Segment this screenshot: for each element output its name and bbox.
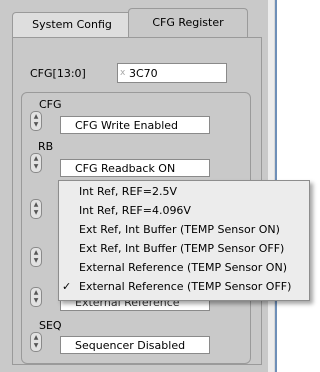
menu-item-label: Int Ref, REF=4.096V: [79, 204, 191, 217]
spin-up-icon[interactable]: ▲: [32, 113, 40, 120]
spin-down-icon[interactable]: ▼: [32, 342, 40, 349]
hidden-field-spinner[interactable]: ▲ ▼: [30, 247, 42, 267]
cfg-register-input[interactable]: x 3C70: [117, 63, 227, 83]
cfg-register-value: 3C70: [129, 67, 158, 80]
tab-bar: System Config CFG Register: [12, 8, 262, 38]
spin-down-icon[interactable]: ▼: [32, 121, 40, 128]
hex-radix-indicator[interactable]: x: [120, 68, 126, 78]
rb-field-value[interactable]: CFG Readback ON: [60, 159, 210, 177]
menu-item[interactable]: Int Ref, REF=4.096V: [59, 202, 309, 220]
spin-down-icon[interactable]: ▼: [32, 163, 40, 170]
menu-item[interactable]: External Reference (TEMP Sensor ON): [59, 259, 309, 277]
menu-item-label: External Reference (TEMP Sensor ON): [79, 261, 287, 274]
spin-down-icon[interactable]: ▼: [32, 297, 40, 304]
spin-up-icon[interactable]: ▲: [32, 249, 40, 256]
cfg-field-spinner[interactable]: ▲ ▼: [30, 111, 42, 131]
rb-field-label: RB: [38, 140, 54, 153]
menu-item-label: Int Ref, REF=2.5V: [79, 185, 177, 198]
seq-field-label: SEQ: [39, 319, 62, 332]
cfg-field-label: CFG: [39, 98, 62, 111]
ref-field-spinner[interactable]: ▲ ▼: [30, 199, 42, 219]
tab-system-config[interactable]: System Config: [12, 12, 132, 37]
cfg-register-row: CFG[13:0] x 3C70: [22, 63, 250, 83]
seq-field-spinner[interactable]: ▲ ▼: [30, 332, 42, 352]
menu-item-selected[interactable]: ✓ External Reference (TEMP Sensor OFF): [59, 278, 309, 296]
tab-cfg-register[interactable]: CFG Register: [128, 8, 248, 37]
spin-down-icon[interactable]: ▼: [32, 209, 40, 216]
menu-item-label: Ext Ref, Int Buffer (TEMP Sensor OFF): [79, 242, 285, 255]
cfg-register-label: CFG[13:0]: [30, 67, 86, 80]
menu-item-label: External Reference (TEMP Sensor OFF): [79, 280, 292, 293]
ref-select-dropdown-menu: Int Ref, REF=2.5V Int Ref, REF=4.096V Ex…: [58, 180, 310, 301]
menu-item-label: Ext Ref, Int Buffer (TEMP Sensor ON): [79, 223, 280, 236]
menu-item[interactable]: Int Ref, REF=2.5V: [59, 183, 309, 201]
spin-up-icon[interactable]: ▲: [32, 155, 40, 162]
ref-field-spinner-2[interactable]: ▲ ▼: [30, 287, 42, 307]
spin-up-icon[interactable]: ▲: [32, 201, 40, 208]
spin-down-icon[interactable]: ▼: [32, 257, 40, 264]
spin-up-icon[interactable]: ▲: [32, 289, 40, 296]
rb-field-spinner[interactable]: ▲ ▼: [30, 153, 42, 173]
cfg-field-value[interactable]: CFG Write Enabled: [60, 116, 210, 134]
menu-item[interactable]: Ext Ref, Int Buffer (TEMP Sensor ON): [59, 221, 309, 239]
checkmark-icon: ✓: [62, 280, 72, 293]
spin-up-icon[interactable]: ▲: [32, 334, 40, 341]
menu-item[interactable]: Ext Ref, Int Buffer (TEMP Sensor OFF): [59, 240, 309, 258]
seq-field-value[interactable]: Sequencer Disabled: [60, 336, 210, 354]
